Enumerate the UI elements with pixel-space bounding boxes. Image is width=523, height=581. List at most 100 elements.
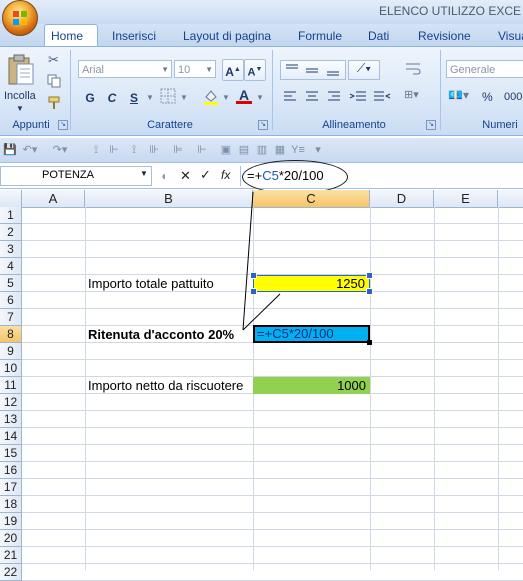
font-launcher-icon[interactable]: ↘: [258, 120, 268, 130]
fill-color-icon[interactable]: [202, 88, 220, 106]
reference-handle[interactable]: [366, 288, 373, 295]
row-header[interactable]: 18: [0, 496, 22, 513]
chevron-down-icon[interactable]: ▼: [180, 93, 188, 102]
font-color-icon[interactable]: A: [236, 87, 252, 105]
row-header[interactable]: 10: [0, 360, 22, 377]
row-header[interactable]: 3: [0, 241, 22, 258]
row-header[interactable]: 11: [0, 377, 22, 394]
row-header[interactable]: 12: [0, 394, 22, 411]
quick-access-icon[interactable]: ▦: [272, 142, 288, 158]
tab-visualizza[interactable]: Visua: [492, 26, 523, 46]
row-header[interactable]: 1: [0, 207, 22, 224]
cell-b8[interactable]: Ritenuta d'acconto 20%: [88, 326, 234, 343]
shrink-font-icon[interactable]: A▼: [244, 59, 266, 81]
quick-access-icon[interactable]: ▣: [218, 142, 234, 158]
column-header-c[interactable]: C: [253, 190, 370, 207]
indent-buttons[interactable]: [348, 88, 392, 106]
font-name-combo[interactable]: Arial ▼: [78, 60, 172, 78]
row-header[interactable]: 17: [0, 479, 22, 496]
reference-handle[interactable]: [250, 288, 257, 295]
customize-qat-icon[interactable]: ▾: [310, 142, 326, 158]
italic-button[interactable]: C: [102, 87, 122, 109]
tab-layout-di-pagina[interactable]: Layout di pagina: [177, 26, 277, 46]
bold-button[interactable]: G: [80, 87, 100, 109]
row-header[interactable]: 22: [0, 564, 22, 581]
redo-icon[interactable]: ↷▾: [52, 142, 68, 158]
alignment-launcher-icon[interactable]: ↘: [426, 120, 436, 130]
row-header[interactable]: 15: [0, 445, 22, 462]
accounting-format-icon[interactable]: 💶▾: [448, 88, 472, 106]
chevron-down-icon[interactable]: ▼: [146, 93, 154, 102]
tab-home[interactable]: Home: [44, 24, 98, 47]
tab-formule[interactable]: Formule: [292, 26, 348, 46]
cancel-formula-icon[interactable]: ✕: [180, 168, 191, 184]
vertical-align-buttons[interactable]: [280, 60, 346, 80]
reference-handle[interactable]: [250, 272, 257, 279]
row-header[interactable]: 2: [0, 224, 22, 241]
row-header[interactable]: 13: [0, 411, 22, 428]
office-button[interactable]: [2, 0, 38, 36]
confirm-formula-icon[interactable]: ✓: [200, 167, 211, 183]
quick-access-icon[interactable]: ▥: [254, 142, 270, 158]
column-header-a[interactable]: A: [22, 190, 85, 207]
row-header[interactable]: 16: [0, 462, 22, 479]
row-header[interactable]: 6: [0, 292, 22, 309]
row-header[interactable]: 19: [0, 513, 22, 530]
quick-access-icon[interactable]: ⊪: [146, 142, 162, 158]
column-header-b[interactable]: B: [85, 190, 253, 207]
underline-button[interactable]: S: [124, 87, 144, 109]
cut-icon[interactable]: ✂: [48, 52, 59, 68]
row-header[interactable]: 21: [0, 547, 22, 564]
row-header[interactable]: 4: [0, 258, 22, 275]
save-icon[interactable]: 💾: [2, 142, 18, 158]
borders-icon[interactable]: [160, 88, 176, 104]
row-header[interactable]: 20: [0, 530, 22, 547]
cell-c11[interactable]: 1000: [253, 377, 370, 394]
column-header-d[interactable]: D: [370, 190, 434, 207]
quick-access-icon[interactable]: ▤: [236, 142, 252, 158]
clipboard-launcher-icon[interactable]: ↘: [58, 120, 68, 130]
office-logo-icon: [13, 11, 27, 25]
fill-handle[interactable]: [367, 340, 372, 345]
comma-style-button[interactable]: 000: [504, 91, 522, 103]
chevron-down-icon[interactable]: ▼: [256, 93, 264, 102]
tab-revisione[interactable]: Revisione: [412, 26, 477, 46]
row-header[interactable]: 14: [0, 428, 22, 445]
cell-c5[interactable]: 1250: [253, 275, 370, 292]
tab-inserisci[interactable]: Inserisci: [106, 26, 162, 46]
cell-c8-active[interactable]: =+C5*20/100: [253, 325, 370, 343]
wrap-text-icon[interactable]: [404, 60, 422, 78]
format-painter-icon[interactable]: [47, 96, 61, 110]
merge-center-icon[interactable]: ⊞▾: [404, 88, 430, 106]
grow-font-icon[interactable]: A▲: [222, 59, 244, 81]
paste-button[interactable]: [6, 52, 36, 88]
column-header-e[interactable]: E: [434, 190, 498, 207]
row-header-selected[interactable]: 8: [0, 326, 22, 343]
orientation-icon[interactable]: ⟋▾: [348, 60, 380, 80]
horizontal-align-buttons[interactable]: [280, 88, 344, 106]
row-header[interactable]: 9: [0, 343, 22, 360]
quick-access-icon[interactable]: ⊩: [194, 142, 210, 158]
select-all-corner[interactable]: [0, 190, 22, 207]
copy-icon[interactable]: [47, 74, 61, 88]
quick-access-icon[interactable]: Y≡: [290, 142, 306, 158]
row-header[interactable]: 7: [0, 309, 22, 326]
row-header[interactable]: 5: [0, 275, 22, 292]
quick-access-icon[interactable]: ⊩: [106, 142, 122, 158]
quick-access-icon[interactable]: ⊫: [170, 142, 186, 158]
quick-access-icon[interactable]: ⟟: [88, 142, 104, 158]
column-header-f[interactable]: [498, 190, 523, 207]
chevron-down-icon[interactable]: ▼: [222, 93, 230, 102]
chevron-down-icon[interactable]: ▼: [140, 169, 148, 178]
percent-style-button[interactable]: %: [482, 90, 493, 104]
tab-dati[interactable]: Dati: [362, 26, 395, 46]
reference-handle[interactable]: [366, 272, 373, 279]
insert-function-button[interactable]: fx: [221, 168, 230, 182]
cell-b11[interactable]: Importo netto da riscuotere: [88, 377, 243, 394]
font-size-combo[interactable]: 10 ▼: [174, 60, 216, 78]
number-format-combo[interactable]: Generale: [446, 60, 523, 78]
paste-dropdown-icon[interactable]: ▼: [16, 104, 24, 113]
quick-access-icon[interactable]: ⟟: [126, 142, 142, 158]
cell-b5[interactable]: Importo totale pattuito: [88, 275, 214, 292]
undo-icon[interactable]: ↶▾: [22, 142, 38, 158]
